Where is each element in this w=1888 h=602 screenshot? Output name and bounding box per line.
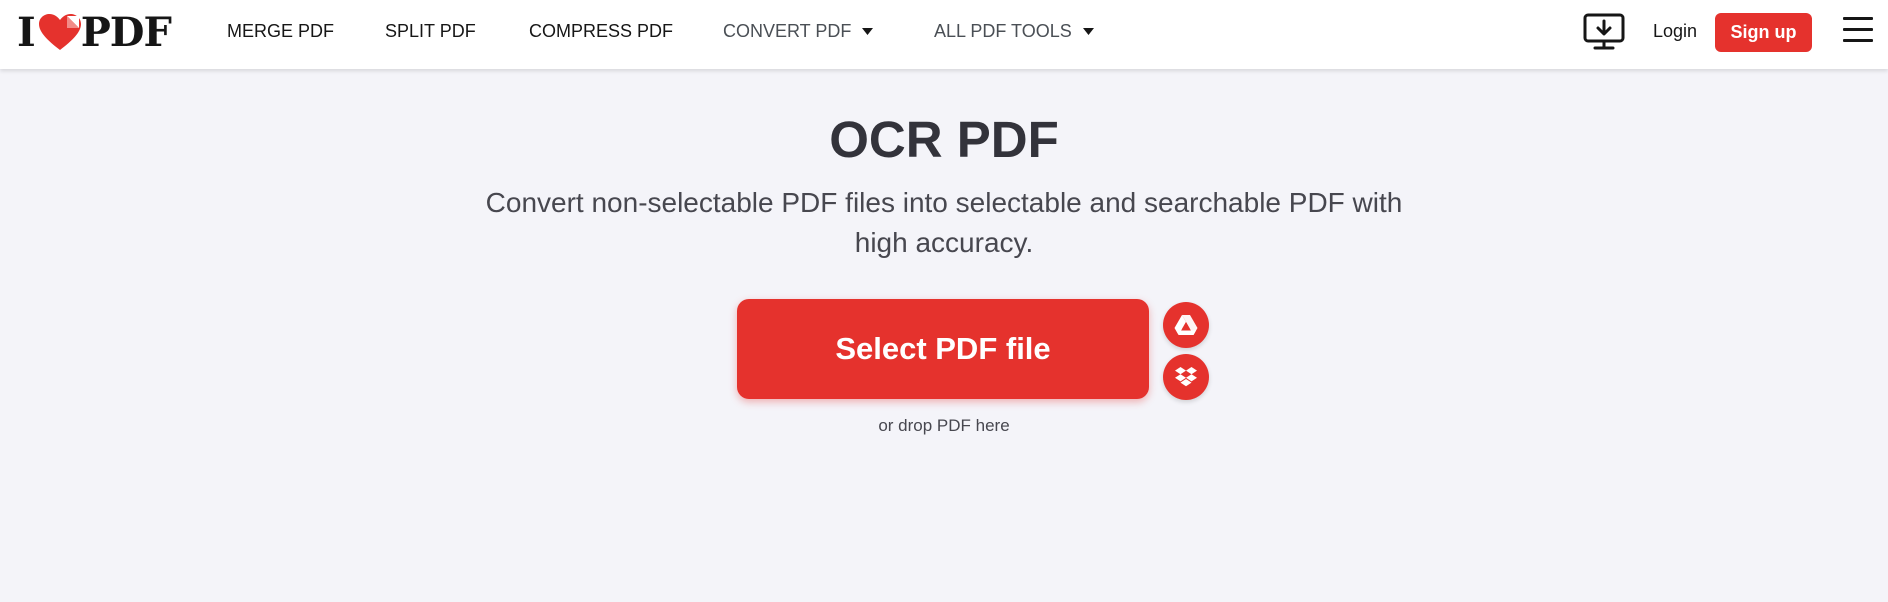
ilovepdf-logo[interactable]: I PDF (17, 9, 172, 56)
select-pdf-file-button[interactable]: Select PDF file (737, 299, 1149, 399)
google-drive-button[interactable] (1163, 302, 1209, 348)
logo-prefix: I (17, 8, 36, 56)
nav-compress-pdf[interactable]: COMPRESS PDF (529, 21, 673, 42)
nav-convert-pdf-label: CONVERT PDF (723, 21, 852, 41)
dropbox-button[interactable] (1163, 354, 1209, 400)
hamburger-menu-icon[interactable] (1843, 17, 1873, 43)
heart-icon (38, 14, 81, 50)
nav-all-pdf-tools-label: ALL PDF TOOLS (934, 21, 1072, 41)
desktop-download-icon (1583, 13, 1625, 50)
page-title: OCR PDF (829, 111, 1059, 168)
caret-down-icon (1082, 27, 1094, 35)
nav-merge-pdf[interactable]: MERGE PDF (227, 21, 334, 42)
page-subtitle: Convert non-selectable PDF files into se… (485, 187, 1403, 258)
logo-suffix: PDF (80, 8, 172, 56)
desktop-app-button[interactable] (1582, 13, 1626, 51)
signup-button[interactable]: Sign up (1715, 13, 1812, 52)
dropbox-icon (1175, 367, 1197, 387)
nav-split-pdf[interactable]: SPLIT PDF (385, 21, 476, 42)
nav-all-pdf-tools[interactable]: ALL PDF TOOLS (934, 21, 1094, 42)
drop-hint-text: or drop PDF here (878, 416, 1010, 435)
login-link[interactable]: Login (1653, 21, 1697, 42)
top-header: I PDF MERGE PDF SPLIT PDF COMPRESS PDF C… (0, 0, 1888, 69)
caret-down-icon (862, 27, 874, 35)
google-drive-icon (1174, 315, 1198, 335)
nav-convert-pdf[interactable]: CONVERT PDF (723, 21, 874, 42)
